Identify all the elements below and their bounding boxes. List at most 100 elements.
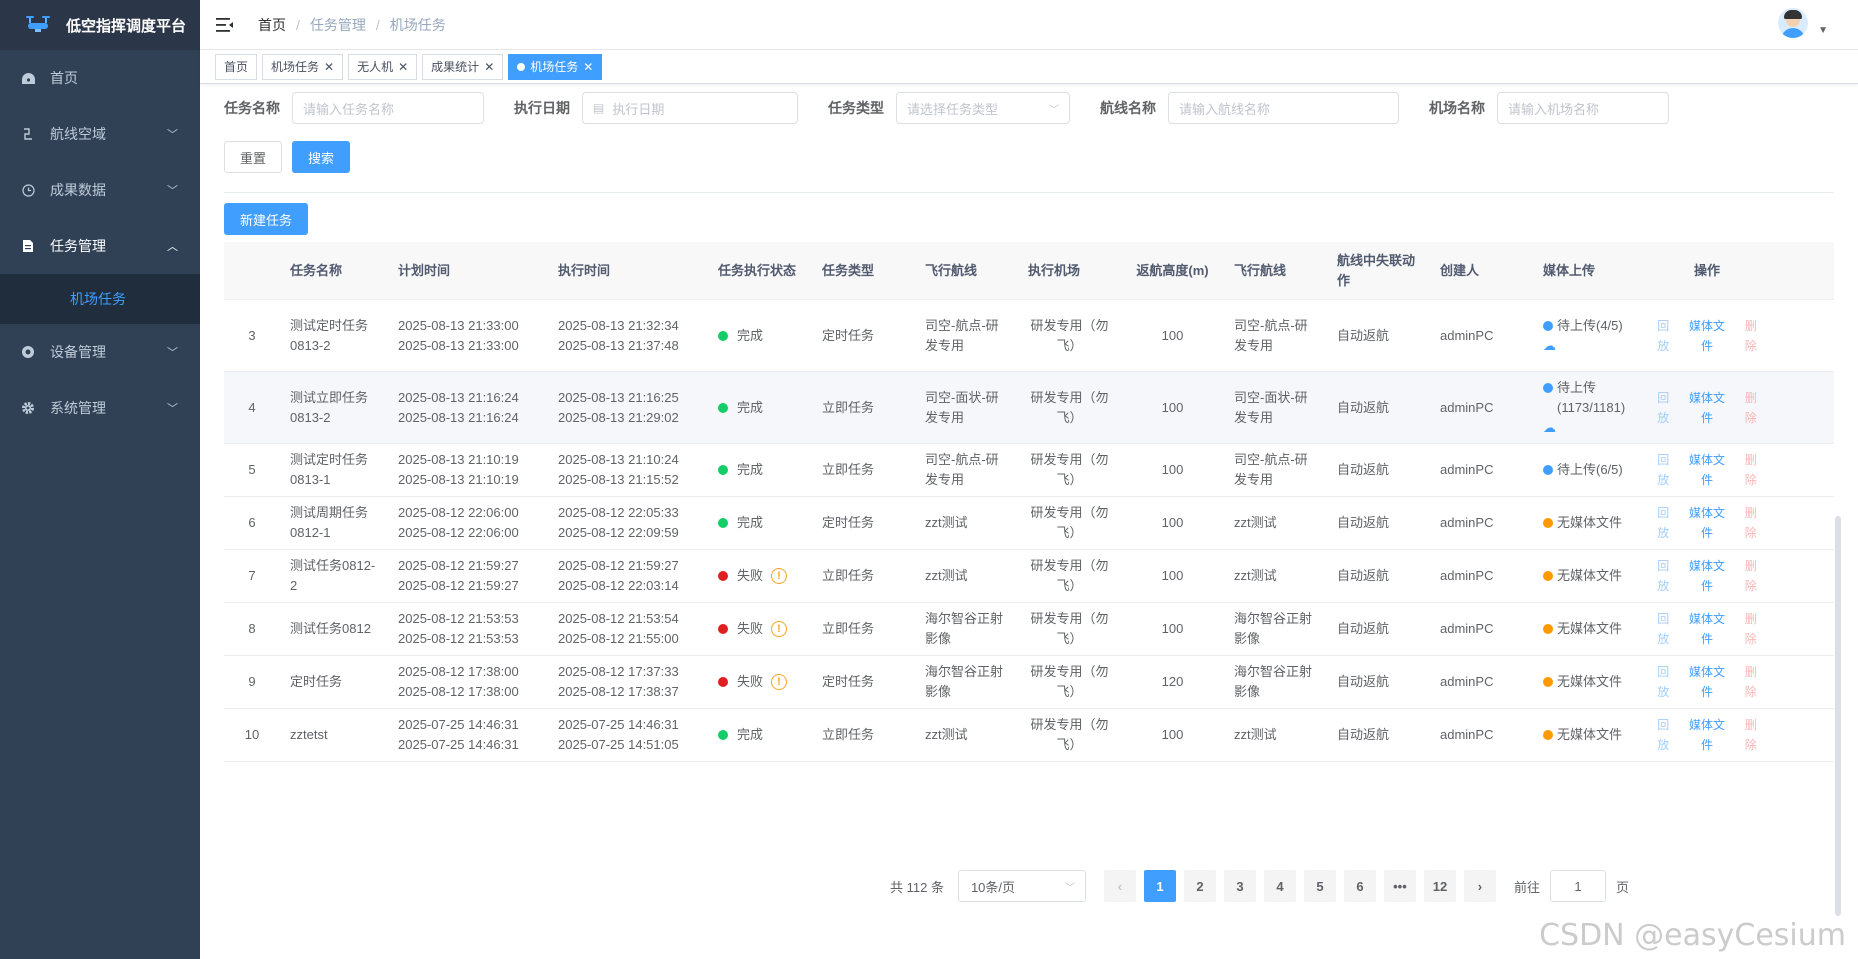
replay-button[interactable]: 回放 xyxy=(1654,316,1673,356)
delete-button[interactable]: 删除 xyxy=(1742,316,1761,356)
hamburger-icon[interactable] xyxy=(216,17,234,33)
menu-item-route[interactable]: 航线空域 ﹀ xyxy=(0,106,200,162)
table-scrollbar[interactable] xyxy=(1835,516,1841,916)
cloud-upload-icon[interactable]: ☁ xyxy=(1543,418,1626,438)
page-button[interactable]: 4 xyxy=(1263,870,1296,902)
media-files-button[interactable]: 媒体文件 xyxy=(1689,450,1726,490)
media-files-button[interactable]: 媒体文件 xyxy=(1689,316,1726,356)
replay-button[interactable]: 回放 xyxy=(1654,609,1673,649)
media-files-button[interactable]: 媒体文件 xyxy=(1689,609,1726,649)
breadcrumb-home[interactable]: 首页 xyxy=(258,15,286,35)
replay-button[interactable]: 回放 xyxy=(1654,715,1673,755)
col-header: 执行机场 xyxy=(1028,262,1081,278)
page-size-select[interactable]: 10条/页 ﹀ xyxy=(957,870,1086,902)
media-files-button[interactable]: 媒体文件 xyxy=(1689,388,1726,428)
media-files-button[interactable]: 媒体文件 xyxy=(1689,503,1726,543)
app-title: 低空指挥调度平台 xyxy=(66,17,187,35)
search-button[interactable]: 搜索 xyxy=(292,141,351,173)
media-files-button[interactable]: 媒体文件 xyxy=(1689,556,1726,596)
page-button[interactable]: 5 xyxy=(1303,870,1336,902)
warning-icon[interactable]: ! xyxy=(771,674,788,690)
menu-item-task-management[interactable]: 任务管理 ︿ xyxy=(0,218,200,274)
media-files-button[interactable]: 媒体文件 xyxy=(1689,715,1726,755)
menu-item-results[interactable]: 成果数据 ﹀ xyxy=(0,162,200,218)
warning-icon[interactable]: ! xyxy=(771,568,788,584)
user-menu[interactable]: ▼ xyxy=(1778,8,1828,38)
page-button[interactable]: 3 xyxy=(1223,870,1256,902)
caret-down-icon[interactable]: ▼ xyxy=(1818,25,1828,36)
task-type-select[interactable]: 请选择任务类型 ﹀ xyxy=(896,92,1070,124)
cloud-upload-icon[interactable]: ☁ xyxy=(1543,336,1626,356)
table-row[interactable]: 9 定时任务 2025-08-12 17:38:00 2025-08-12 17:38… xyxy=(224,656,1834,709)
tag-result-stats[interactable]: 成果统计 ✕ xyxy=(422,53,504,80)
table-row[interactable]: 7 测试任务0812-2 2025-08-12 21:59:27 2025-08-12… xyxy=(224,550,1834,603)
close-icon[interactable]: ✕ xyxy=(398,55,408,79)
table-body: 3 测试定时任务0813-2 2025-08-13 21:33:00 2025-08-… xyxy=(224,300,1834,762)
goto-page-input[interactable]: 1 xyxy=(1549,870,1606,902)
delete-button[interactable]: 删除 xyxy=(1742,450,1761,490)
exec-time-end: 2025-08-12 17:38:37 xyxy=(558,684,679,699)
task-name-input[interactable]: 请输入任务名称 xyxy=(292,92,484,124)
tag-airport-task[interactable]: 机场任务 ✕ xyxy=(262,53,344,80)
airport-cell: 研发专用（勿飞） xyxy=(1030,452,1109,487)
plan-time-end: 2025-08-12 17:38:00 xyxy=(398,684,519,699)
table-row[interactable]: 10 zztetst 2025-07-25 14:46:31 2025-07-25 1… xyxy=(224,709,1834,762)
route-cell: 海尔智谷正射影像 xyxy=(925,664,1004,699)
avatar[interactable] xyxy=(1778,8,1809,38)
menu-item-device[interactable]: 设备管理 ﹀ xyxy=(0,324,200,380)
page-button[interactable]: 1 xyxy=(1143,870,1176,902)
more-pages-button[interactable]: ••• xyxy=(1383,870,1416,902)
route-name-input[interactable]: 请输入航线名称 xyxy=(1168,92,1399,124)
page-button[interactable]: 2 xyxy=(1183,870,1216,902)
airport-name-input[interactable]: 请输入机场名称 xyxy=(1497,92,1669,124)
media-cell: 无媒体文件 xyxy=(1533,725,1636,745)
chevron-up-icon: ︿ xyxy=(167,241,178,253)
task-name-cell: 测试周期任务0812-1 xyxy=(290,505,369,540)
page-button[interactable]: 12 xyxy=(1423,870,1456,902)
filter-label: 航线名称 xyxy=(1100,100,1156,116)
close-icon[interactable]: ✕ xyxy=(484,55,494,79)
table-row[interactable]: 5 测试定时任务0813-1 2025-08-13 21:10:19 2025-08-… xyxy=(224,444,1834,497)
table-row[interactable]: 3 测试定时任务0813-2 2025-08-13 21:33:00 2025-08-… xyxy=(224,300,1834,372)
airport-cell: 研发专用（勿飞） xyxy=(1030,317,1109,353)
page-button[interactable]: 6 xyxy=(1343,870,1376,902)
table-row[interactable]: 4 测试立即任务0813-2 2025-08-13 21:16:24 2025-08-… xyxy=(224,372,1834,444)
row-index: 9 xyxy=(248,674,256,689)
prev-page-button[interactable]: ‹ xyxy=(1103,870,1136,902)
delete-button[interactable]: 删除 xyxy=(1742,715,1761,755)
route-icon xyxy=(20,126,36,142)
drone-logo-icon xyxy=(26,16,50,32)
new-task-button[interactable]: 新建任务 xyxy=(224,203,309,235)
submenu-airport-task[interactable]: 机场任务 xyxy=(0,274,200,324)
media-cell: 待上传(1173/1181) ☁ xyxy=(1533,378,1636,438)
close-icon[interactable]: ✕ xyxy=(583,55,593,79)
reset-button[interactable]: 重置 xyxy=(224,141,283,173)
exec-time-end: 2025-08-13 21:37:48 xyxy=(558,337,679,353)
close-icon[interactable]: ✕ xyxy=(324,55,334,79)
delete-button[interactable]: 删除 xyxy=(1742,556,1761,596)
warning-icon[interactable]: ! xyxy=(771,621,788,637)
table-row[interactable]: 6 测试周期任务0812-1 2025-08-12 22:06:00 2025-08-… xyxy=(224,497,1834,550)
status-cell: 失败! xyxy=(708,672,812,692)
replay-button[interactable]: 回放 xyxy=(1654,450,1673,490)
menu-item-system[interactable]: 系统管理 ﹀ xyxy=(0,380,200,436)
replay-button[interactable]: 回放 xyxy=(1654,556,1673,596)
delete-button[interactable]: 删除 xyxy=(1742,503,1761,543)
table-row[interactable]: 8 测试任务0812 2025-08-12 21:53:53 2025-08-12 2… xyxy=(224,603,1834,656)
delete-button[interactable]: 删除 xyxy=(1742,388,1761,428)
replay-button[interactable]: 回放 xyxy=(1654,503,1673,543)
tag-home[interactable]: 首页 xyxy=(215,53,258,80)
replay-button[interactable]: 回放 xyxy=(1654,662,1673,702)
ops-cell: 回放 媒体文件 删除 xyxy=(1636,662,1778,702)
delete-button[interactable]: 删除 xyxy=(1742,662,1761,702)
next-page-button[interactable]: › xyxy=(1463,870,1496,902)
tag-drone[interactable]: 无人机 ✕ xyxy=(348,53,418,80)
delete-button[interactable]: 删除 xyxy=(1742,609,1761,649)
breadcrumb-level2: 机场任务 xyxy=(389,16,446,33)
menu-item-home[interactable]: 首页 xyxy=(0,50,200,106)
replay-button[interactable]: 回放 xyxy=(1654,388,1673,428)
plan-time-cell: 2025-08-12 22:06:00 2025-08-12 22:06:00 xyxy=(388,503,548,543)
tag-airport-task-active[interactable]: 机场任务 ✕ xyxy=(508,53,603,80)
exec-date-picker[interactable]: ▤ 执行日期 xyxy=(582,92,798,124)
media-files-button[interactable]: 媒体文件 xyxy=(1689,662,1726,702)
